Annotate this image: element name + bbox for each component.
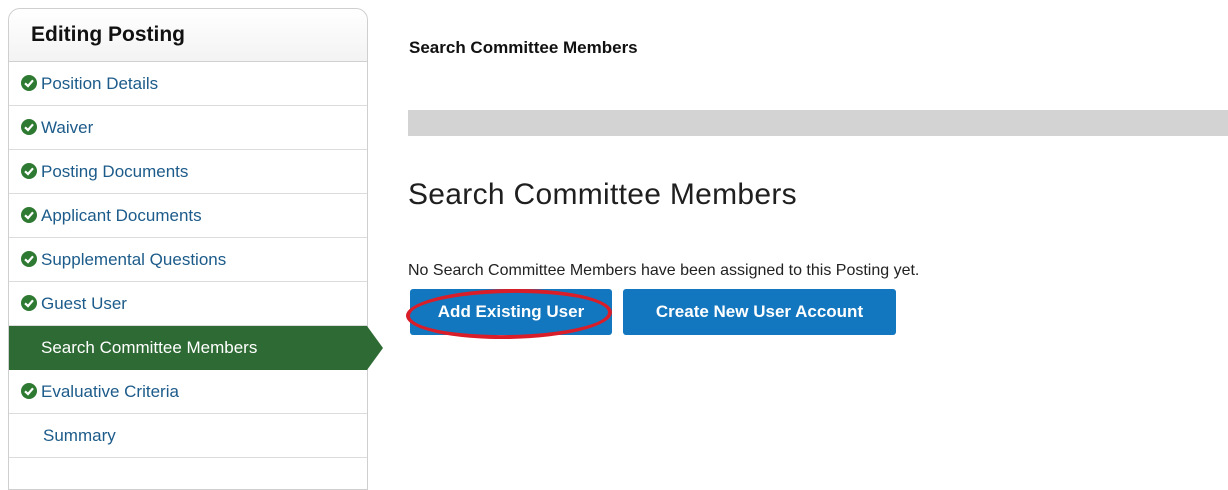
check-circle-icon [21,75,37,91]
check-circle-icon [21,251,37,267]
sidebar-item-guest-user[interactable]: Guest User [9,282,367,326]
check-circle-icon [21,163,37,179]
sidebar-item-posting-documents[interactable]: Posting Documents [9,150,367,194]
sidebar-item-position-details[interactable]: Position Details [9,62,367,106]
sidebar-item-summary[interactable]: Summary [9,414,367,458]
sidebar-item-label: Applicant Documents [41,206,202,225]
sidebar: Editing Posting Position Details Waiver … [8,8,383,490]
check-circle-icon [21,119,37,135]
section-divider-bar [408,110,1228,136]
check-circle-icon [21,383,37,399]
sidebar-item-evaluative-criteria[interactable]: Evaluative Criteria [9,370,367,414]
sidebar-item-supplemental-questions[interactable]: Supplemental Questions [9,238,367,282]
sidebar-item-label: Position Details [41,74,159,93]
sidebar-item-waiver[interactable]: Waiver [9,106,367,150]
section-heading: Search Committee Members [408,178,797,211]
page-title: Search Committee Members [409,38,638,57]
add-existing-user-button[interactable]: Add Existing User [410,289,612,335]
sidebar-item-label: Posting Documents [41,162,189,181]
sidebar-item-label: Guest User [41,294,127,313]
check-circle-icon [21,295,37,311]
sidebar-header: Editing Posting [9,9,367,62]
empty-state-message: No Search Committee Members have been as… [408,262,920,279]
status-dot-icon [21,339,37,355]
sidebar-item-label: Waiver [41,118,94,137]
sidebar-item-search-committee-members[interactable]: Search Committee Members [9,326,383,370]
create-new-user-account-button[interactable]: Create New User Account [623,289,896,335]
sidebar-item-applicant-documents[interactable]: Applicant Documents [9,194,367,238]
sidebar-item-label: Summary [43,426,116,445]
sidebar-item-label: Supplemental Questions [41,250,227,269]
check-circle-icon [21,207,37,223]
sidebar-item-label: Evaluative Criteria [41,382,179,401]
sidebar-item-label: Search Committee Members [41,338,258,357]
